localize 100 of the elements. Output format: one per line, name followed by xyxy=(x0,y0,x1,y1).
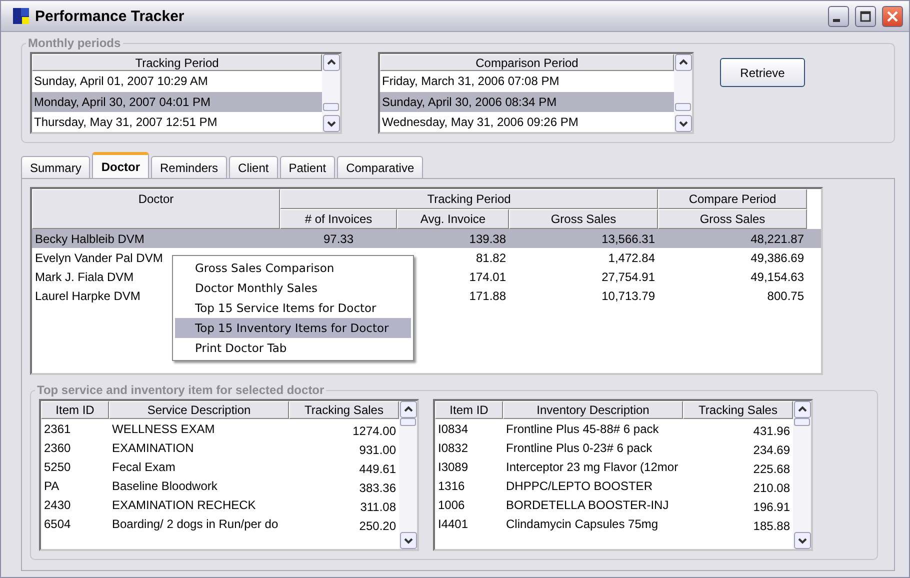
table-cell-text: 210.08 xyxy=(752,480,791,495)
scroll-thumb[interactable] xyxy=(675,103,691,111)
column-header: Tracking Sales xyxy=(683,401,793,419)
table-cell-text: Fecal Exam xyxy=(111,458,176,476)
column-header: # of Invoices xyxy=(280,209,397,229)
column-header: Tracking Period xyxy=(280,189,658,209)
close-icon xyxy=(887,10,898,22)
column-header: Avg. Invoice xyxy=(397,209,509,229)
table-cell: Laurel Harpke DVM xyxy=(35,288,140,302)
table-cell-text: 250.20 xyxy=(358,518,397,533)
table-cell-text: 81.82 xyxy=(474,250,507,266)
scroll-up-icon[interactable] xyxy=(794,401,810,418)
scroll-down-icon[interactable] xyxy=(674,115,692,132)
table-cell-text: 2430 xyxy=(43,496,72,514)
scroll-up-icon[interactable] xyxy=(674,54,692,71)
column-header: Inventory Description xyxy=(503,401,683,419)
tab[interactable]: Client xyxy=(229,156,278,178)
scroll-down-icon[interactable] xyxy=(400,532,416,549)
table-cell-text: Baseline Bloodwork xyxy=(111,478,218,494)
list-item[interactable]: Monday, April 30, 2007 04:01 PM xyxy=(32,92,322,112)
table-cell-text: Clindamycin Capsules 75mg xyxy=(505,516,660,532)
table-cell-text: Interceptor 23 mg Flavor (12mor xyxy=(505,458,680,476)
table-cell-text: 174.01 xyxy=(468,268,507,286)
period-list[interactable]: Tracking Period Sunday, April 01, 2007 10:29 AM Monday, April 30, 2007 04:01 PM Thursday, May 31, 2007 12:51 PM xyxy=(30,52,342,134)
retrieve-button[interactable]: Retrieve xyxy=(720,58,805,87)
table-cell-text: 139.38 xyxy=(468,230,507,248)
table-cell-text: 1,472.84 xyxy=(607,250,656,266)
table-cell-text: 49,154.63 xyxy=(750,268,805,286)
column-header: Tracking Sales xyxy=(289,401,399,419)
table-cell-text: 311.08 xyxy=(359,498,397,514)
group-title: Monthly periods xyxy=(27,36,122,50)
table-cell-text: EXAMINATION RECHECK xyxy=(111,496,257,514)
column-header: Compare Period xyxy=(658,189,807,209)
table-cell-text: 1006 xyxy=(437,496,466,514)
table-cell-text: 234.69 xyxy=(752,442,791,457)
table-cell-text: 1274.00 xyxy=(352,422,397,438)
column-header: Doctor xyxy=(32,189,280,229)
scroll-thumb[interactable] xyxy=(794,418,810,426)
table-cell-text: WELLNESS EXAM xyxy=(111,420,216,438)
table-cell-text: 6504 xyxy=(43,516,72,532)
table-cell-text: 1316 xyxy=(437,478,466,494)
column-header: Item ID xyxy=(41,401,109,419)
table-cell-text: 49,386.69 xyxy=(750,250,805,266)
tab[interactable]: Doctor xyxy=(92,152,150,178)
table-cell-text: 800.75 xyxy=(766,288,805,304)
table-cell-text: 10,713.79 xyxy=(600,288,656,304)
column-header: Service Description xyxy=(109,401,289,419)
table-cell-text: I3089 xyxy=(437,458,470,476)
table-cell-text: I4401 xyxy=(437,516,470,532)
scroll-thumb[interactable] xyxy=(400,418,416,426)
tab[interactable]: Patient xyxy=(280,156,336,178)
table-cell-text: 431.96 xyxy=(752,422,791,438)
table-cell-text: Frontline Plus 0-23# 6 pack xyxy=(505,440,654,456)
table-cell-text: 225.68 xyxy=(752,460,791,476)
table-cell-text: DHPPC/LEPTO BOOSTER xyxy=(505,478,654,494)
table-cell-text: 48,221.87 xyxy=(750,230,805,248)
group-title: Top service and inventory item for selected doctor xyxy=(36,383,326,397)
close-button[interactable] xyxy=(882,6,903,26)
column-header: Gross Sales xyxy=(658,209,807,229)
table-cell-text: EXAMINATION xyxy=(111,440,195,456)
menu-item[interactable]: Top 15 Inventory Items for Doctor xyxy=(175,318,411,338)
list-item[interactable]: Sunday, April 30, 2006 08:34 PM xyxy=(380,92,674,112)
table-cell: Becky Halbleib DVM xyxy=(35,232,144,246)
tab[interactable]: Comparative xyxy=(337,156,424,178)
table-cell: Evelyn Vander Pal DVM xyxy=(35,250,163,264)
column-header: Comparison Period xyxy=(380,54,674,72)
minimize-button[interactable] xyxy=(828,6,849,26)
table-cell-text: 5250 xyxy=(43,458,72,476)
table-cell-text: PA xyxy=(43,478,60,494)
table-cell-text: 27,754.91 xyxy=(600,268,656,286)
table-cell-text: BORDETELLA BOOSTER-INJ xyxy=(505,496,670,514)
table-cell-text: Boarding/ 2 dogs in Run/per do xyxy=(111,516,280,532)
table-cell-text: 196.91 xyxy=(752,498,791,514)
column-header: Tracking Period xyxy=(32,54,322,72)
table-cell-text: I0832 xyxy=(437,440,470,456)
tab[interactable]: Reminders xyxy=(151,156,228,178)
scroll-down-icon[interactable] xyxy=(322,115,340,132)
scroll-up-icon[interactable] xyxy=(322,54,340,71)
table-cell-text: 2360 xyxy=(43,440,72,456)
minimize-icon xyxy=(833,18,840,22)
table-cell-text: 13,566.31 xyxy=(600,230,656,248)
table-cell-text: 97.33 xyxy=(322,230,355,248)
table-cell-text: 931.00 xyxy=(358,442,397,457)
table-cell-text: 383.36 xyxy=(358,480,397,495)
maximize-button[interactable] xyxy=(855,6,876,26)
table-cell-text: 2361 xyxy=(43,420,72,438)
table-cell-text: 185.88 xyxy=(752,518,791,533)
table-cell-text: 449.61 xyxy=(358,460,397,476)
scroll-up-icon[interactable] xyxy=(400,401,416,418)
table-cell-text: 171.88 xyxy=(468,288,507,304)
column-header: Item ID xyxy=(435,401,503,419)
scroll-down-icon[interactable] xyxy=(794,532,810,549)
period-list[interactable]: Comparison Period Friday, March 31, 2006 07:08 PM Sunday, April 30, 2006 08:34 PM Wednesday, May 31, 2006 09:26 PM xyxy=(378,52,694,134)
scroll-thumb[interactable] xyxy=(323,103,339,111)
table-row[interactable]: Becky Halbleib DVM 97.33 139.38 13,566.31 48,221.87 xyxy=(32,229,821,248)
maximize-icon xyxy=(860,10,871,22)
table-cell: Mark J. Fiala DVM xyxy=(35,270,134,284)
table-cell-text: I0834 xyxy=(437,420,470,438)
table-cell-text: Frontline Plus 45-88# 6 pack xyxy=(505,420,660,438)
tab[interactable]: Summary xyxy=(21,156,90,178)
